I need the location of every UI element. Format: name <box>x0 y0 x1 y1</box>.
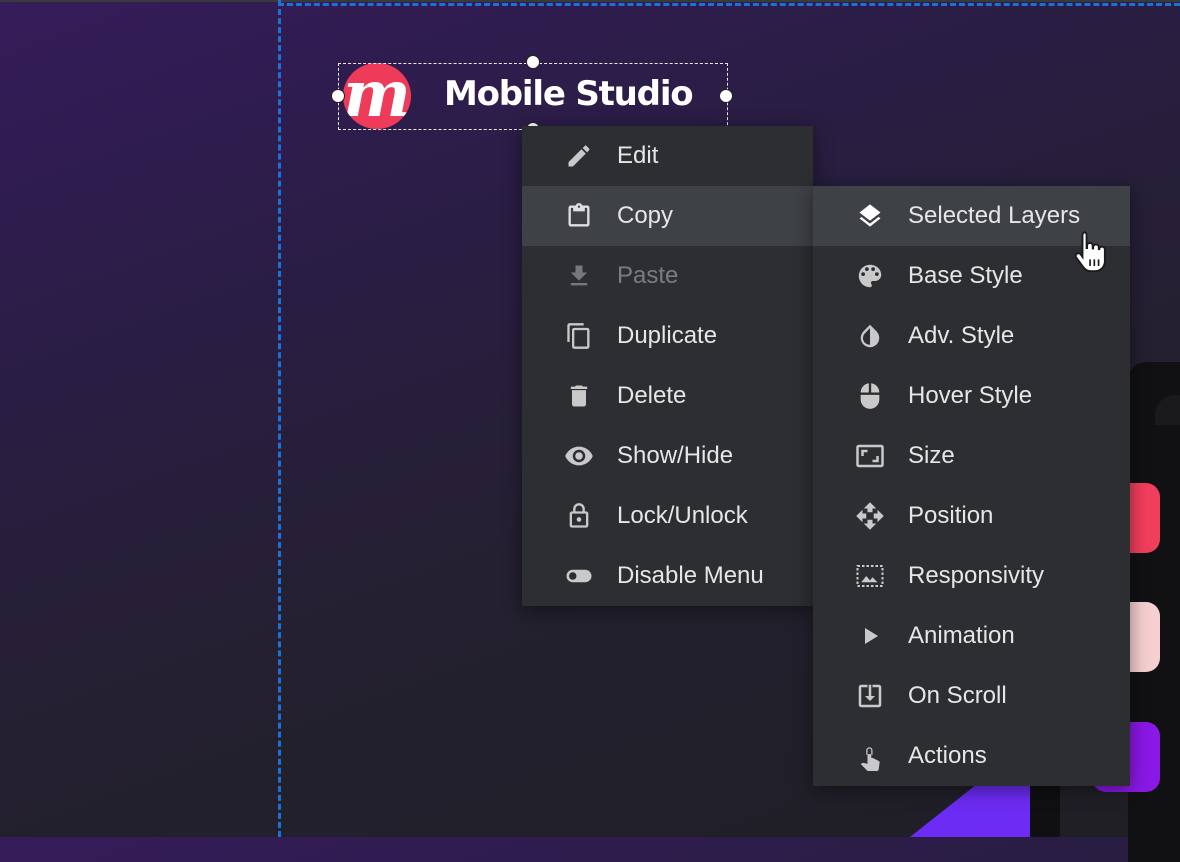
context-menu: Edit Copy Paste Duplicate Delete Show/Hi… <box>522 126 813 606</box>
submenu-item-hover-style[interactable]: Hover Style <box>813 366 1130 426</box>
submenu-item-label: Selected Layers <box>908 202 1081 229</box>
menu-item-duplicate[interactable]: Duplicate <box>522 306 813 366</box>
touch-icon <box>855 741 885 771</box>
submenu-item-position[interactable]: Position <box>813 486 1130 546</box>
resize-handle-left[interactable] <box>331 89 345 103</box>
move-arrows-icon <box>855 501 885 531</box>
toggle-icon <box>564 561 594 591</box>
menu-item-show-hide[interactable]: Show/Hide <box>522 426 813 486</box>
horizontal-guide-line[interactable] <box>278 3 1180 6</box>
submenu-item-label: Actions <box>908 742 987 769</box>
submenu-item-label: Position <box>908 502 994 529</box>
palette-icon <box>855 261 885 291</box>
selection-box[interactable] <box>338 63 728 130</box>
hand-pointer-cursor-icon <box>1068 228 1114 276</box>
resize-handle-top[interactable] <box>526 55 540 69</box>
menu-item-paste[interactable]: Paste <box>522 246 813 306</box>
vertical-guide-line[interactable] <box>278 0 281 837</box>
submenu-item-label: Size <box>908 442 955 469</box>
layers-icon <box>855 201 885 231</box>
eye-icon <box>564 441 594 471</box>
submenu-item-label: Hover Style <box>908 382 1033 409</box>
resize-handle-right[interactable] <box>719 89 733 103</box>
resize-icon <box>855 441 885 471</box>
dark-shape-layer[interactable] <box>1030 785 1060 837</box>
menu-item-delete[interactable]: Delete <box>522 366 813 426</box>
copy-submenu: Selected Layers Base Style Adv. Style Ho… <box>813 186 1130 786</box>
menu-item-disable-menu[interactable]: Disable Menu <box>522 546 813 606</box>
trash-icon <box>564 381 594 411</box>
menu-item-label: Duplicate <box>617 322 718 349</box>
menu-item-label: Edit <box>617 142 659 169</box>
submenu-item-label: Animation <box>908 622 1015 649</box>
menu-item-label: Paste <box>617 262 679 289</box>
pencil-icon <box>564 141 594 171</box>
menu-item-lock-unlock[interactable]: Lock/Unlock <box>522 486 813 546</box>
menu-item-edit[interactable]: Edit <box>522 126 813 186</box>
contrast-drop-icon <box>855 321 885 351</box>
mouse-icon <box>855 381 885 411</box>
menu-item-label: Show/Hide <box>617 442 734 469</box>
submenu-item-label: Base Style <box>908 262 1023 289</box>
submenu-item-label: Responsivity <box>908 562 1045 589</box>
submenu-item-responsivity[interactable]: Responsivity <box>813 546 1130 606</box>
play-icon <box>855 621 885 651</box>
submenu-item-adv-style[interactable]: Adv. Style <box>813 306 1130 366</box>
purple-shape-layer[interactable] <box>910 780 1030 837</box>
menu-item-label: Disable Menu <box>617 562 764 589</box>
submenu-item-size[interactable]: Size <box>813 426 1130 486</box>
submenu-item-on-scroll[interactable]: On Scroll <box>813 666 1130 726</box>
menu-item-label: Lock/Unlock <box>617 502 748 529</box>
submenu-item-animation[interactable]: Animation <box>813 606 1130 666</box>
menu-item-label: Delete <box>617 382 687 409</box>
lock-icon <box>564 501 594 531</box>
scroll-download-icon <box>855 681 885 711</box>
canvas-top-strip <box>0 0 1180 2</box>
submenu-item-label: On Scroll <box>908 682 1007 709</box>
menu-item-copy[interactable]: Copy <box>522 186 813 246</box>
menu-item-label: Copy <box>617 202 674 229</box>
responsive-image-icon <box>855 561 885 591</box>
copy-icon <box>564 321 594 351</box>
submenu-item-actions[interactable]: Actions <box>813 726 1130 786</box>
download-icon <box>564 261 594 291</box>
clipboard-icon <box>564 201 594 231</box>
submenu-item-label: Adv. Style <box>908 322 1015 349</box>
